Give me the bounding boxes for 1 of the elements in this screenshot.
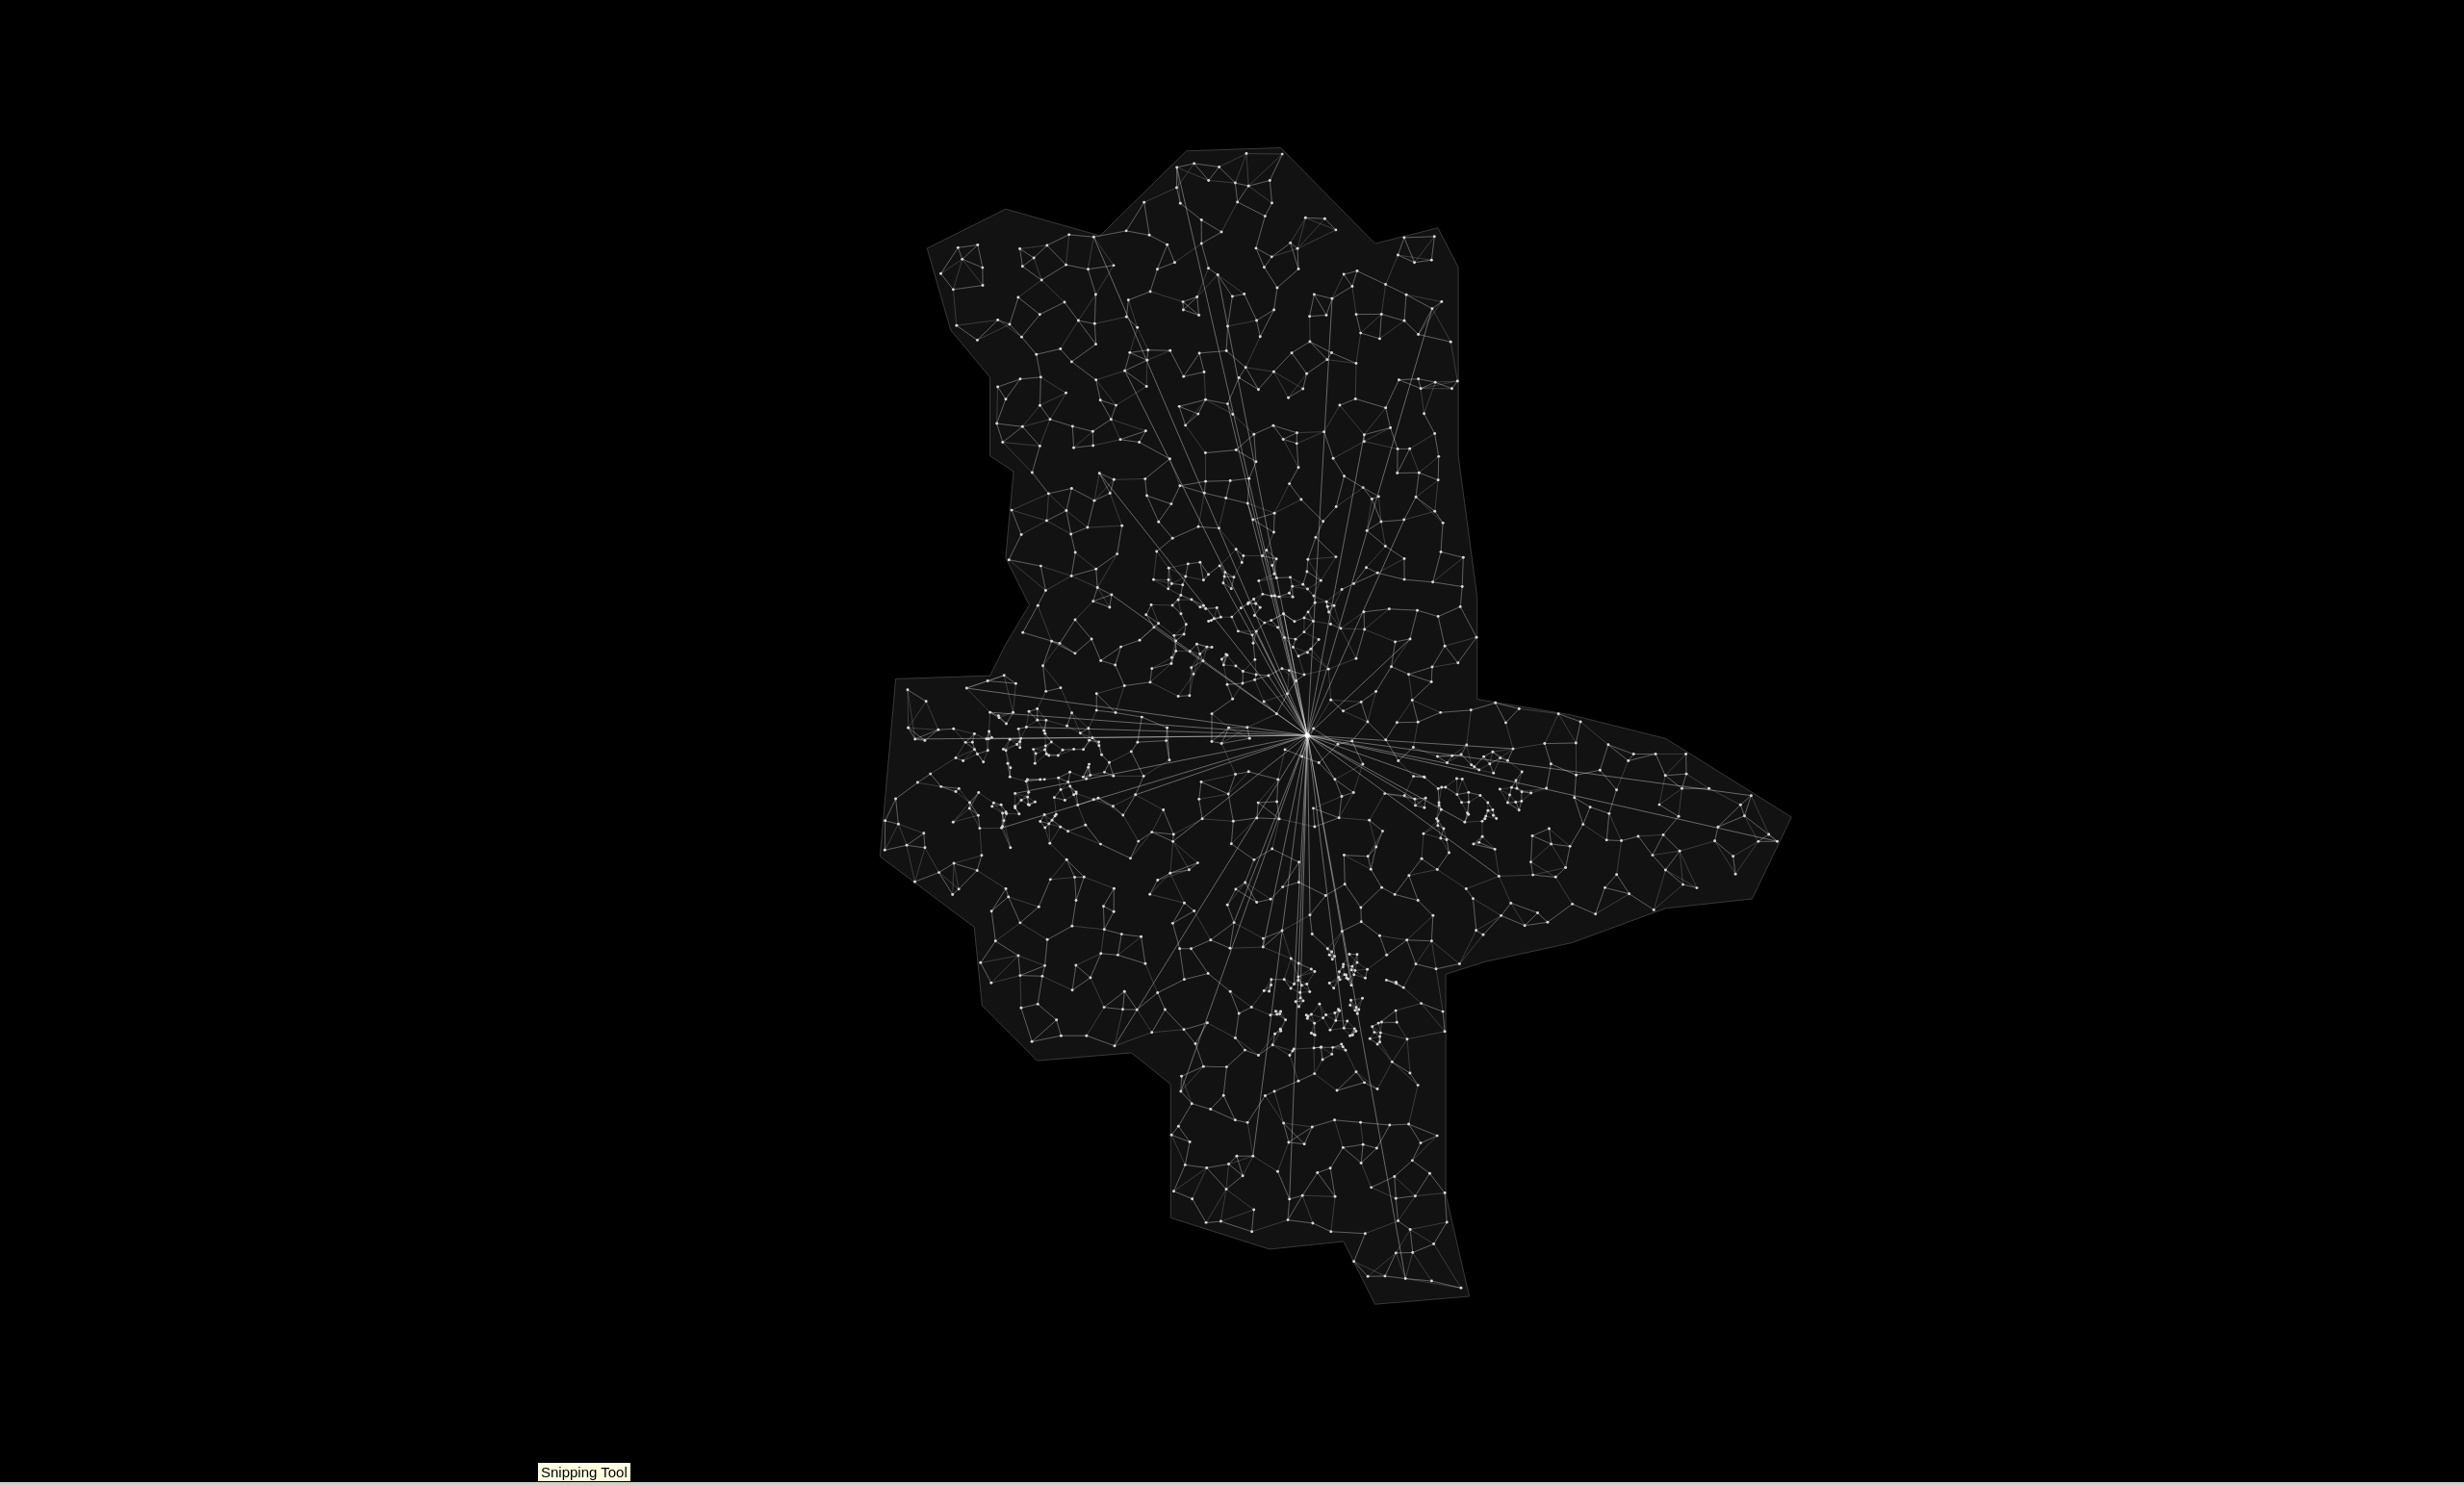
tooltip: Snipping Tool (537, 1462, 631, 1482)
